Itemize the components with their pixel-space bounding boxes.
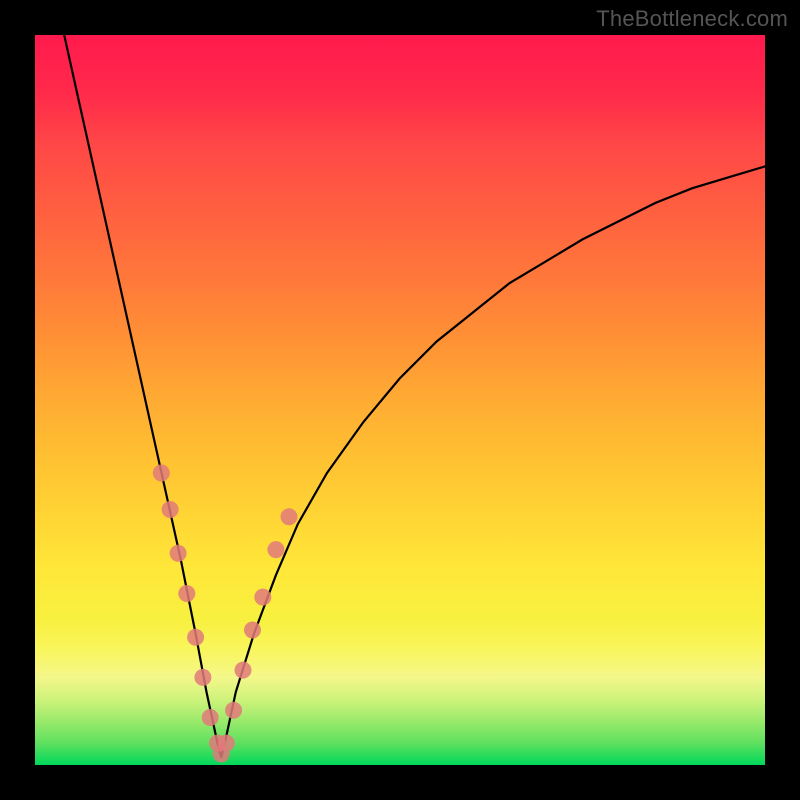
scatter-dot bbox=[202, 709, 219, 726]
scatter-dots bbox=[153, 465, 298, 763]
scatter-dot bbox=[170, 545, 187, 562]
scatter-dot bbox=[178, 585, 195, 602]
scatter-dot bbox=[254, 589, 271, 606]
scatter-dot bbox=[225, 702, 242, 719]
chart-frame: TheBottleneck.com bbox=[0, 0, 800, 800]
scatter-dot bbox=[162, 501, 179, 518]
scatter-dot bbox=[218, 735, 235, 752]
curve-layer bbox=[35, 35, 765, 765]
scatter-dot bbox=[153, 465, 170, 482]
bottleneck-curve bbox=[64, 35, 765, 758]
scatter-dot bbox=[267, 541, 284, 558]
scatter-dot bbox=[281, 508, 298, 525]
plot-area bbox=[35, 35, 765, 765]
scatter-dot bbox=[235, 662, 252, 679]
scatter-dot bbox=[194, 669, 211, 686]
scatter-dot bbox=[187, 629, 204, 646]
scatter-dot bbox=[244, 622, 261, 639]
watermark-text: TheBottleneck.com bbox=[596, 6, 788, 32]
